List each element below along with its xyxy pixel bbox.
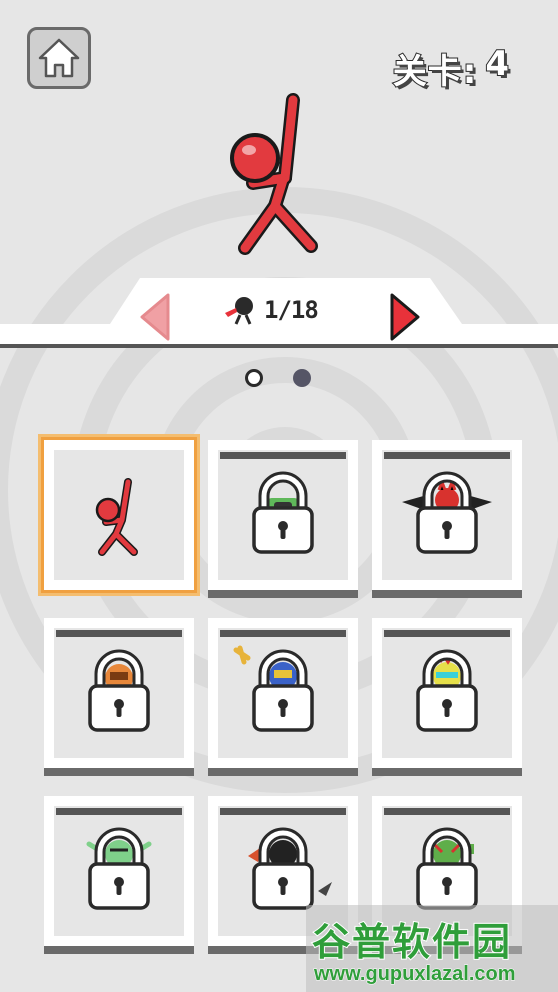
lock-icon <box>252 471 314 554</box>
watermark-url: www.gupuxlazal.com <box>314 963 517 986</box>
selected-character-preview <box>230 93 318 255</box>
page-indicator <box>245 369 311 387</box>
level-number: 4 <box>484 43 510 85</box>
slot-shadow <box>208 768 358 776</box>
slot-shadow <box>44 768 194 776</box>
lock-icon <box>86 827 152 910</box>
slot-shadow <box>372 768 522 776</box>
ninja-head-icon <box>225 297 253 325</box>
counter-text: 1/18 <box>264 296 319 324</box>
skin-select-screen: 关卡: 4 1/18 谷普软件园 www.gupuxlazal.com <box>0 0 558 992</box>
character-counter: 1/18 <box>222 295 319 325</box>
slot-shadow <box>372 590 522 598</box>
skin-slot-sunglasses-stickman[interactable] <box>372 618 522 776</box>
lock-icon <box>233 645 314 732</box>
page-dot-1[interactable] <box>245 369 263 387</box>
skin-slot-orange-stickman[interactable] <box>44 618 194 776</box>
next-page-button[interactable] <box>384 291 428 343</box>
watermark-title: 谷普软件园 <box>311 919 513 965</box>
skin-slot-devil-bat-stickman[interactable] <box>372 440 522 598</box>
skin-slot-green-goggles-stickman[interactable] <box>208 440 358 598</box>
lock-icon <box>88 649 150 732</box>
skin-slot-blue-caped-stickman[interactable] <box>208 618 358 776</box>
level-label: 关卡: <box>392 51 478 93</box>
slot-shadow <box>44 946 194 954</box>
skin-slot-zombie-stickman[interactable] <box>44 796 194 954</box>
lock-icon <box>416 649 478 732</box>
slot-shadow <box>208 590 358 598</box>
skin-slot-red-stickman[interactable] <box>41 437 197 593</box>
watermark: 谷普软件园 www.gupuxlazal.com <box>306 905 558 992</box>
prev-page-button[interactable] <box>132 291 176 343</box>
level-indicator: 关卡: 4 <box>392 43 510 93</box>
red-stickman-icon <box>95 478 138 556</box>
home-button[interactable] <box>27 27 91 89</box>
home-icon <box>38 38 80 78</box>
page-dot-2[interactable] <box>293 369 311 387</box>
lock-icon <box>402 471 492 554</box>
